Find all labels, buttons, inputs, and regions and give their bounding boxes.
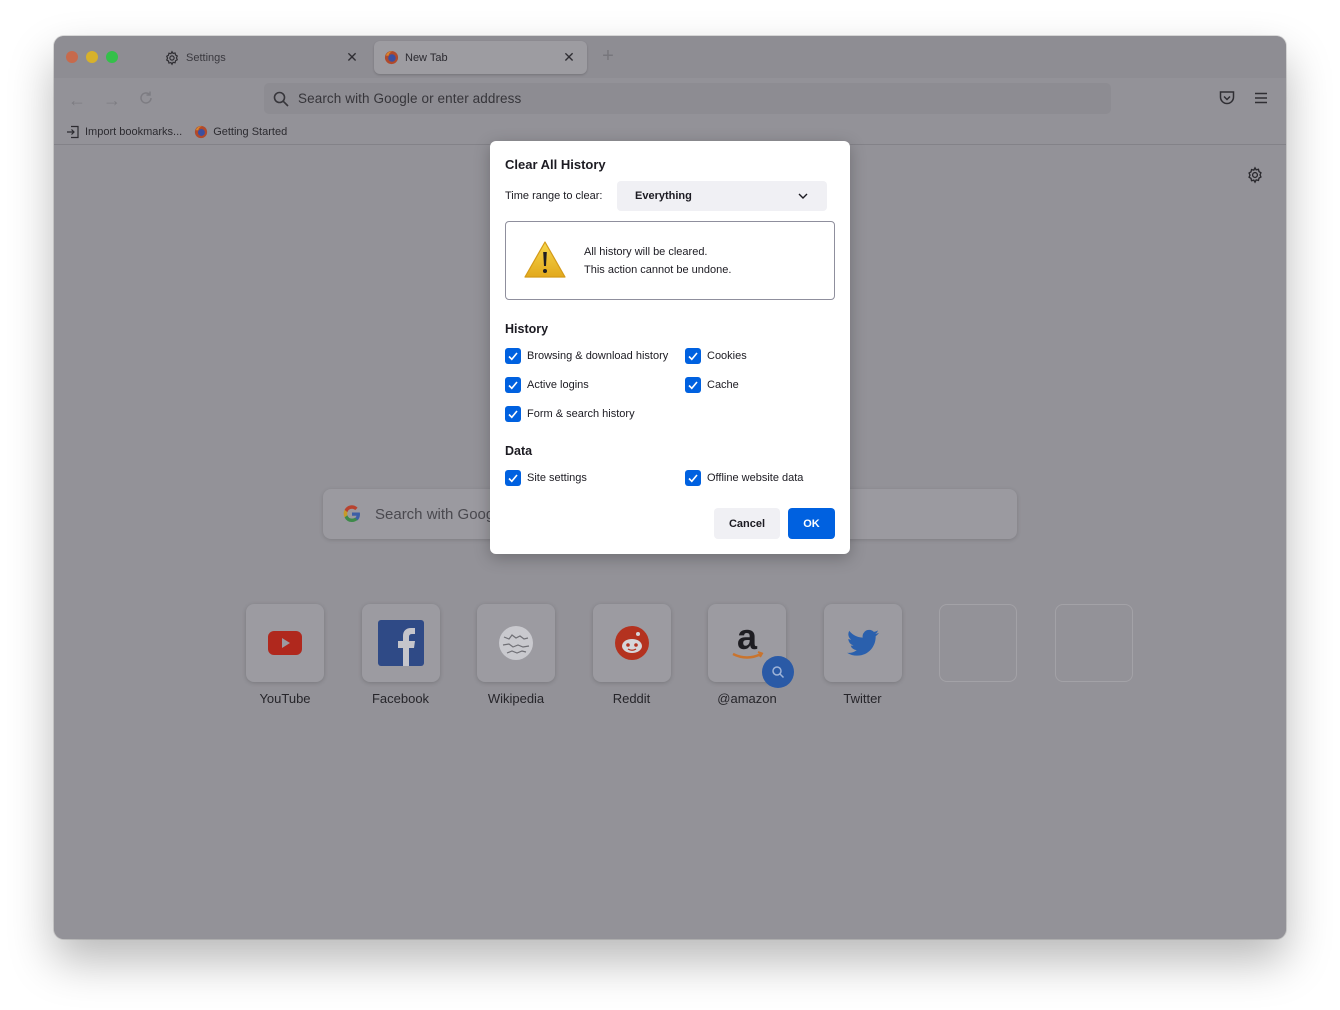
checkbox-offline-website-data[interactable]: Offline website data <box>685 470 803 486</box>
history-heading: History <box>505 322 549 336</box>
checkbox-form-search-history[interactable]: Form & search history <box>505 406 635 422</box>
dialog-title: Clear All History <box>505 157 606 172</box>
navigation-bar: ← → Search with Google or enter address <box>54 78 1286 120</box>
tab-new-tab[interactable]: New Tab ✕ <box>374 41 587 74</box>
checkbox-label: Form & search history <box>527 408 635 420</box>
checkbox-checked-icon[interactable] <box>505 406 521 422</box>
top-site-twitter[interactable]: Twitter <box>805 604 921 707</box>
top-site-label: Reddit <box>612 691 651 706</box>
search-icon <box>772 666 785 679</box>
checkbox-checked-icon[interactable] <box>505 377 521 393</box>
top-site-empty[interactable] <box>920 604 1036 707</box>
checkbox-checked-icon[interactable] <box>505 470 521 486</box>
checkbox-checked-icon[interactable] <box>685 377 701 393</box>
cancel-button[interactable]: Cancel <box>714 508 780 539</box>
import-icon <box>66 125 80 139</box>
tab-settings[interactable]: Settings ✕ <box>154 41 370 74</box>
bookmark-label: Getting Started <box>213 126 288 138</box>
window-close-button[interactable] <box>66 51 78 63</box>
hamburger-menu-icon[interactable] <box>1252 89 1272 109</box>
top-site-youtube[interactable]: YouTube <box>227 604 343 707</box>
checkbox-browsing-download-history[interactable]: Browsing & download history <box>505 348 668 364</box>
data-heading: Data <box>505 444 533 458</box>
pocket-icon[interactable] <box>1218 89 1238 109</box>
top-site-label: YouTube <box>259 691 311 706</box>
address-bar[interactable]: Search with Google or enter address <box>264 83 1111 114</box>
new-tab-plus-icon[interactable]: + <box>598 46 618 66</box>
top-site-reddit[interactable]: Reddit <box>574 604 690 707</box>
search-shortcut-badge <box>762 656 794 688</box>
top-site-label: @amazon <box>717 691 777 706</box>
window-minimize-button[interactable] <box>86 51 98 63</box>
gear-icon <box>164 49 180 66</box>
warning-text-line2: This action cannot be undone. <box>584 264 732 276</box>
checkbox-label: Cache <box>707 379 739 391</box>
svg-text:a: a <box>737 621 758 657</box>
close-tab-icon[interactable]: ✕ <box>344 49 360 65</box>
google-logo-icon <box>343 505 360 523</box>
tab-label: Settings <box>186 51 226 64</box>
chevron-down-icon <box>798 193 808 199</box>
tab-strip: Settings ✕ New Tab ✕ + <box>54 36 1286 78</box>
window-maximize-button[interactable] <box>106 51 118 63</box>
clear-history-dialog: Clear All History Time range to clear: E… <box>490 141 850 554</box>
checkbox-label: Offline website data <box>707 472 804 484</box>
checkbox-cache[interactable]: Cache <box>685 377 739 393</box>
checkbox-checked-icon[interactable] <box>685 348 701 364</box>
top-sites: YouTube Facebook Wikipedia Reddit a @ama… <box>227 604 1151 707</box>
checkbox-label: Cookies <box>707 350 747 362</box>
checkbox-site-settings[interactable]: Site settings <box>505 470 587 486</box>
back-arrow-icon[interactable]: ← <box>66 89 88 111</box>
customize-gear-icon[interactable] <box>1246 166 1264 184</box>
tab-label: New Tab <box>405 51 448 64</box>
twitter-icon <box>846 629 879 656</box>
address-bar-placeholder: Search with Google or enter address <box>298 91 522 106</box>
top-site-label: Wikipedia <box>487 691 545 706</box>
bookmark-import[interactable]: Import bookmarks... <box>66 125 182 139</box>
checkbox-checked-icon[interactable] <box>505 348 521 364</box>
top-site-label: Twitter <box>843 691 882 706</box>
checkbox-cookies[interactable]: Cookies <box>685 348 747 364</box>
forward-arrow-icon[interactable]: → <box>101 89 123 111</box>
firefox-icon <box>383 50 399 66</box>
close-tab-icon[interactable]: ✕ <box>561 49 577 65</box>
search-icon <box>273 91 289 107</box>
new-tab-search-placeholder: Search with Google <box>375 505 506 523</box>
bookmark-getting-started[interactable]: Getting Started <box>194 125 287 139</box>
top-site-amazon[interactable]: a @amazon <box>689 604 805 707</box>
ok-button[interactable]: OK <box>788 508 835 539</box>
reddit-icon <box>614 626 649 660</box>
wikipedia-icon <box>499 626 533 660</box>
bookmark-label: Import bookmarks... <box>85 126 183 138</box>
top-site-wikipedia[interactable]: Wikipedia <box>458 604 574 707</box>
warning-text-line1: All history will be cleared. <box>584 246 708 258</box>
top-site-empty[interactable] <box>1036 604 1152 707</box>
firefox-icon <box>194 125 208 139</box>
top-site-facebook[interactable]: Facebook <box>343 604 459 707</box>
checkbox-checked-icon[interactable] <box>685 470 701 486</box>
checkbox-label: Site settings <box>527 472 587 484</box>
reload-icon[interactable] <box>135 89 157 111</box>
checkbox-label: Active logins <box>527 379 589 391</box>
checkbox-label: Browsing & download history <box>527 350 669 362</box>
top-site-label: Facebook <box>371 691 430 706</box>
time-range-value: Everything <box>635 190 692 202</box>
time-range-label: Time range to clear: <box>505 190 603 202</box>
youtube-icon <box>268 631 302 655</box>
checkbox-active-logins[interactable]: Active logins <box>505 377 589 393</box>
warning-icon <box>524 241 566 278</box>
facebook-icon <box>377 620 424 666</box>
amazon-icon: a <box>732 621 764 659</box>
warning-box: All history will be cleared. This action… <box>505 221 835 300</box>
time-range-select[interactable]: Everything <box>617 181 827 211</box>
